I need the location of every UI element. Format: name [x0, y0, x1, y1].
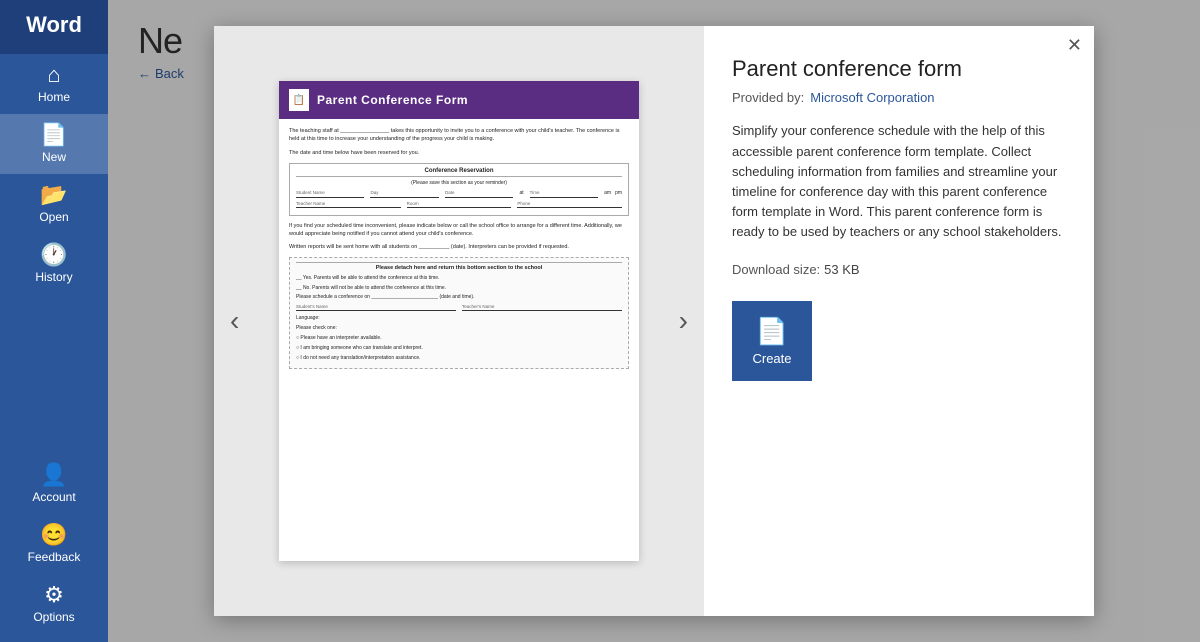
doc-at: at	[519, 190, 523, 198]
doc-header-icon: 📋	[289, 89, 309, 111]
sidebar-item-new[interactable]: 📄 New	[0, 114, 108, 174]
doc-student-field: Student Name	[296, 190, 364, 198]
sidebar-item-history-label: History	[35, 270, 72, 284]
doc-student-name-label: Student's Name	[296, 304, 456, 309]
new-icon: 📄	[40, 124, 67, 146]
doc-phone-field: Phone	[517, 201, 622, 208]
doc-check-label: Please check one:	[296, 324, 622, 332]
modal-overlay: ✕ ‹ 📋 Parent Conference Form The teachin…	[108, 0, 1200, 642]
sidebar-bottom: 👤 Account 😊 Feedback ⚙ Options	[0, 454, 108, 642]
create-button[interactable]: 📄 Create	[732, 301, 812, 381]
sidebar-item-home-label: Home	[38, 90, 70, 104]
sidebar-item-account[interactable]: 👤 Account	[0, 454, 108, 514]
app-title: Word	[0, 0, 108, 54]
doc-conference-section: Conference Reservation (Please save this…	[289, 163, 629, 216]
doc-teacher-name-label: Teacher's Name	[462, 304, 622, 309]
download-size: Download size: 53 KB	[732, 262, 1066, 277]
doc-time-label: Time	[530, 190, 598, 195]
template-title: Parent conference form	[732, 56, 1066, 82]
sidebar-nav: ⌂ Home 📄 New 📂 Open 🕐 History	[0, 54, 108, 454]
sidebar-item-history[interactable]: 🕐 History	[0, 234, 108, 294]
doc-am-label: am	[604, 190, 611, 198]
modal-close-button[interactable]: ✕	[1067, 36, 1082, 54]
doc-date-label: Date	[445, 190, 513, 195]
sidebar-item-open-label: Open	[39, 210, 68, 224]
doc-text3: If you find your scheduled time inconven…	[289, 222, 629, 239]
doc-day-label: Day	[370, 190, 438, 195]
open-icon: 📂	[40, 184, 67, 206]
sidebar-item-account-label: Account	[32, 490, 75, 504]
doc-date-field: Date	[445, 190, 513, 198]
template-provider: Provided by: Microsoft Corporation	[732, 90, 1066, 105]
doc-opt3: ○ I do not need any translation/interpre…	[296, 354, 622, 362]
sidebar-item-new-label: New	[42, 150, 66, 164]
doc-section-subtitle: (Please save this section as your remind…	[296, 180, 622, 186]
doc-row-student: Student Name Day Date at Tim	[296, 190, 622, 198]
doc-time-field: Time	[530, 190, 598, 198]
sidebar-item-feedback[interactable]: 😊 Feedback	[0, 514, 108, 574]
doc-student-label: Student Name	[296, 190, 364, 195]
provider-name[interactable]: Microsoft Corporation	[810, 90, 934, 105]
home-icon: ⌂	[47, 64, 60, 86]
doc-schedule: Please schedule a conference on ________…	[296, 294, 622, 300]
options-icon: ⚙	[44, 584, 64, 606]
history-icon: 🕐	[40, 244, 67, 266]
doc-text1: The teaching staff at ________________ t…	[289, 127, 629, 144]
feedback-icon: 😊	[40, 524, 67, 546]
doc-opt2: ○ I am bringing someone who can translat…	[296, 344, 622, 352]
doc-text2: The date and time below have been reserv…	[289, 149, 629, 157]
doc-room-field: Room	[407, 201, 512, 208]
prev-button[interactable]: ‹	[222, 297, 247, 345]
create-label: Create	[752, 351, 791, 366]
doc-detach-line: Please detach here and return this botto…	[296, 262, 622, 271]
doc-day-field: Day	[370, 190, 438, 198]
template-description: Simplify your conference schedule with t…	[732, 121, 1066, 242]
download-size-value: 53 KB	[824, 262, 859, 277]
sidebar-item-open[interactable]: 📂 Open	[0, 174, 108, 234]
sidebar-item-options[interactable]: ⚙ Options	[0, 574, 108, 634]
create-icon: 📄	[756, 316, 788, 347]
document-preview: 📋 Parent Conference Form The teaching st…	[279, 81, 639, 561]
modal-preview-area: ‹ 📋 Parent Conference Form The teaching …	[214, 26, 704, 616]
template-preview-modal: ✕ ‹ 📋 Parent Conference Form The teachin…	[214, 26, 1094, 616]
sidebar: Word ⌂ Home 📄 New 📂 Open 🕐 History 👤 Acc…	[0, 0, 108, 642]
sidebar-item-options-label: Options	[33, 610, 74, 624]
doc-pm-label: pm	[615, 190, 622, 198]
sidebar-item-feedback-label: Feedback	[28, 550, 81, 564]
next-button[interactable]: ›	[671, 297, 696, 345]
doc-bottom-section: Please detach here and return this botto…	[289, 257, 629, 369]
doc-room-label: Room	[407, 201, 512, 206]
doc-header: 📋 Parent Conference Form	[279, 81, 639, 119]
provider-label: Provided by:	[732, 90, 804, 105]
doc-row-teacher: Teacher Name Room Phone	[296, 201, 622, 208]
doc-ampm: am pm	[604, 190, 622, 198]
doc-language: Language:	[296, 314, 622, 322]
doc-section-title: Conference Reservation	[296, 168, 622, 177]
doc-teacher-label: Teacher Name	[296, 201, 401, 206]
doc-yes: __ Yes. Parents will be able to attend t…	[296, 274, 622, 282]
sidebar-item-home[interactable]: ⌂ Home	[0, 54, 108, 114]
doc-body: The teaching staff at ________________ t…	[279, 119, 639, 561]
doc-opt1: ○ Please have an interpreter available.	[296, 334, 622, 342]
doc-no: __ No. Parents will not be able to atten…	[296, 284, 622, 292]
doc-header-title: Parent Conference Form	[317, 93, 468, 107]
main-content: Ne ← Back ✕ ‹ 📋 Parent Conference Form T…	[108, 0, 1200, 642]
doc-teacher-field: Teacher Name	[296, 201, 401, 208]
doc-teacher-name-field: Teacher's Name	[462, 304, 622, 311]
account-icon: 👤	[40, 464, 67, 486]
doc-student-name-field: Student's Name	[296, 304, 456, 311]
doc-phone-label: Phone	[517, 201, 622, 206]
doc-text4: Written reports will be sent home with a…	[289, 243, 629, 251]
download-label: Download size:	[732, 262, 820, 277]
modal-info-panel: Parent conference form Provided by: Micr…	[704, 26, 1094, 616]
doc-names-row: Student's Name Teacher's Name	[296, 304, 622, 311]
